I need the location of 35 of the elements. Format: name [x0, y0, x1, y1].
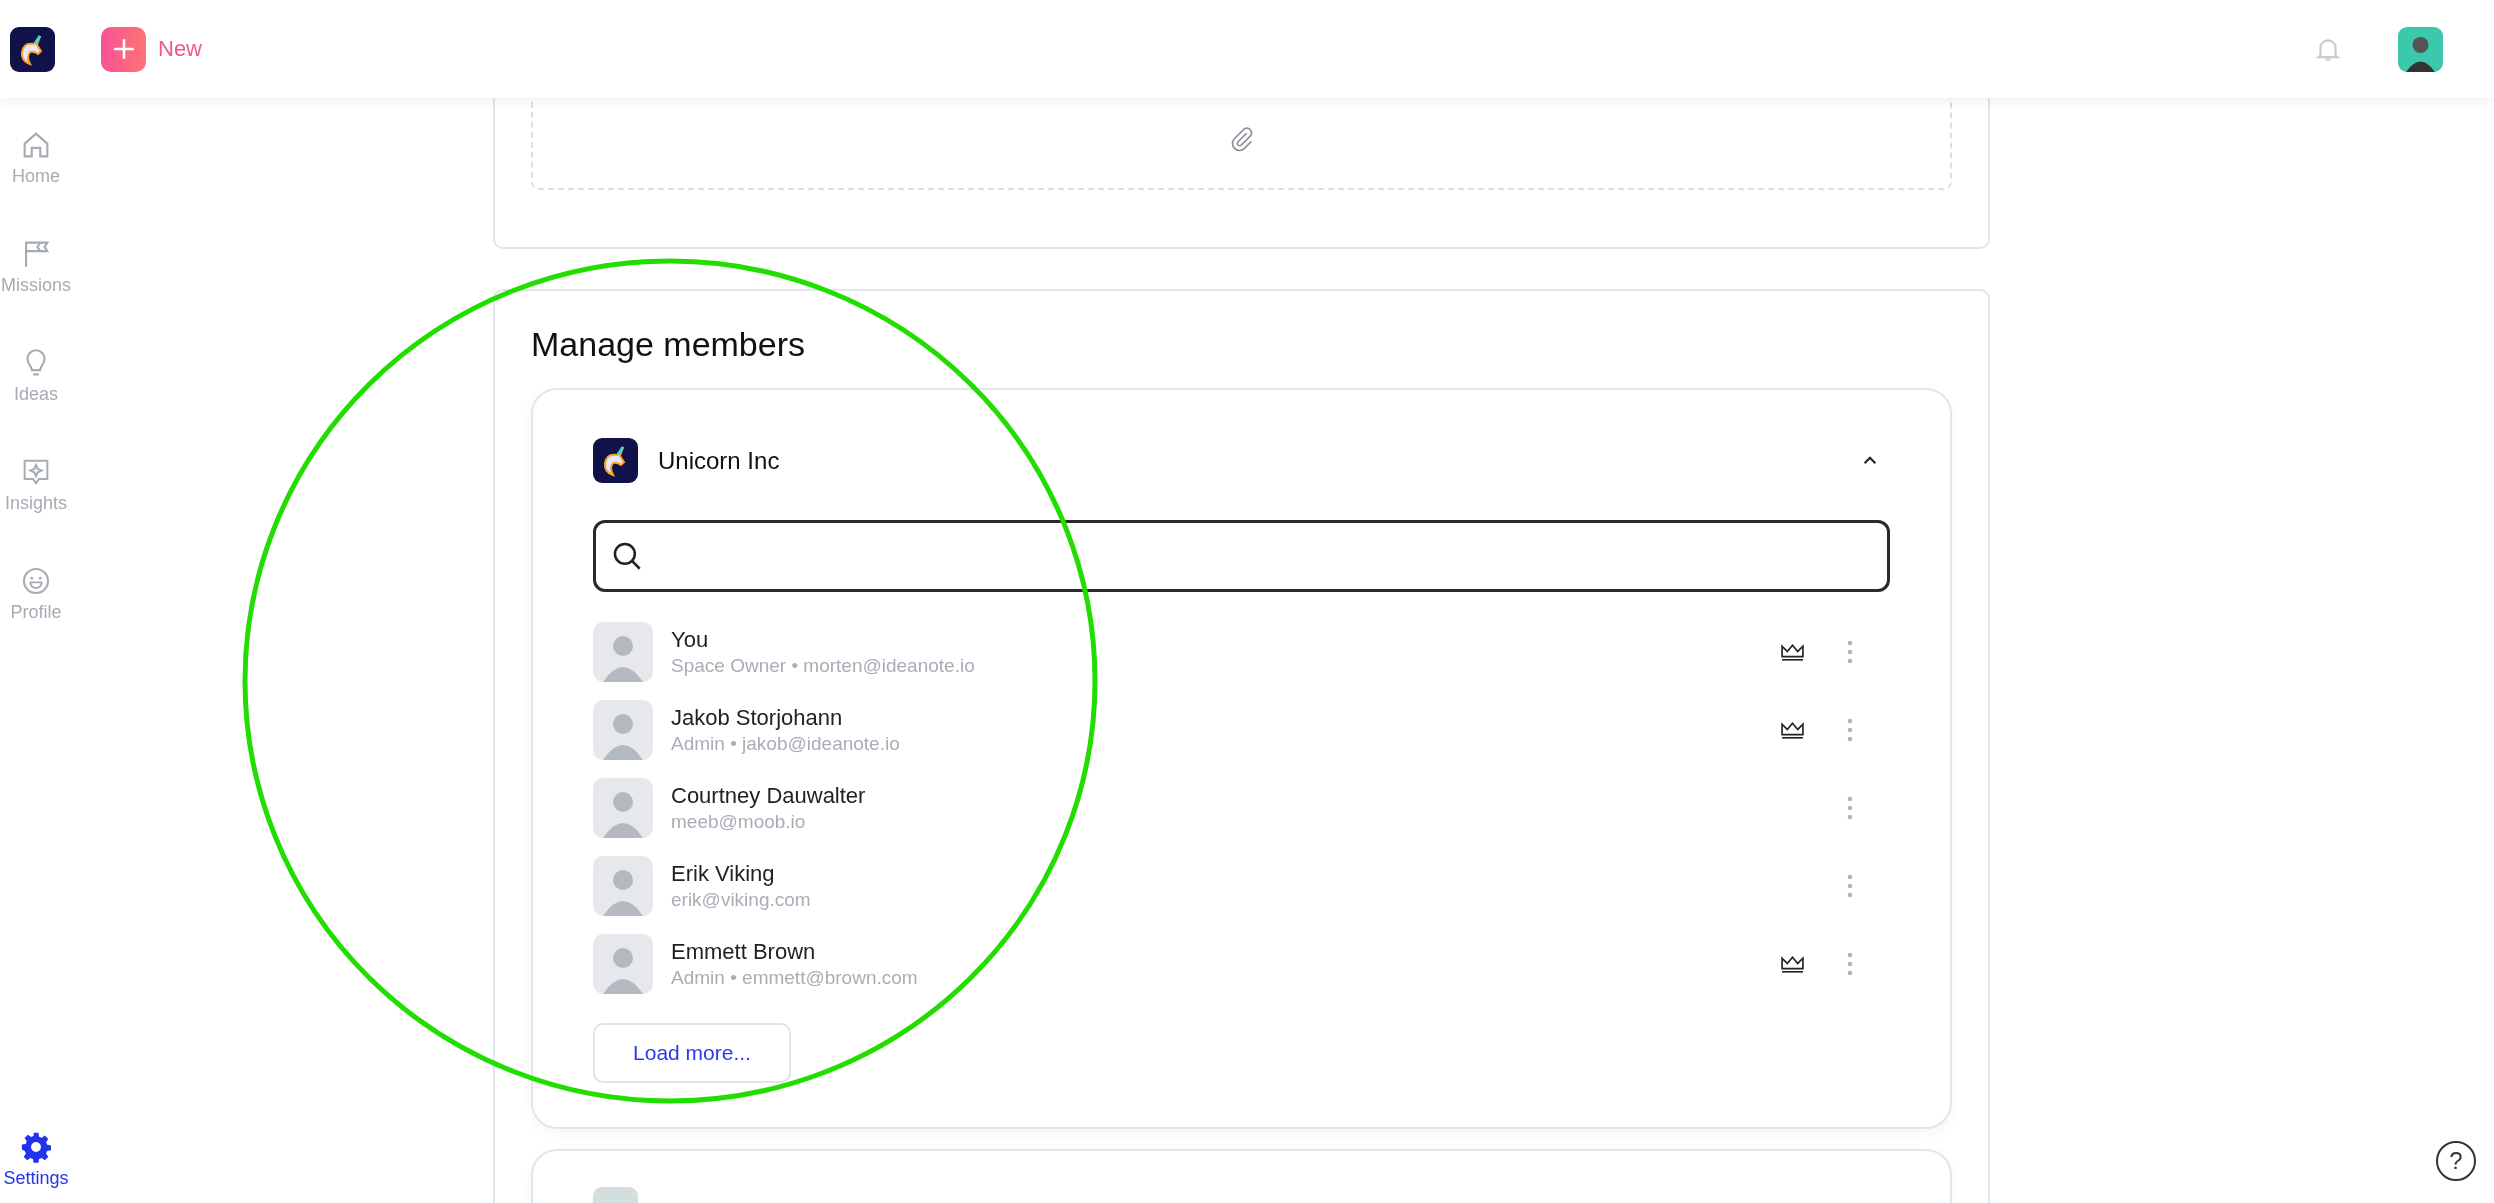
avatar-placeholder — [593, 934, 653, 994]
crown-icon[interactable] — [1780, 641, 1805, 663]
sidebar-item[interactable]: Profile — [0, 564, 72, 623]
new-button[interactable]: New — [101, 26, 202, 72]
member-name: You — [671, 627, 710, 653]
unicorn-logo-icon[interactable] — [10, 26, 55, 72]
member-detail: Admin • jakob@ideanote.io — [671, 733, 900, 755]
gear-icon — [19, 1130, 53, 1164]
sidebar-item[interactable]: Insights — [0, 455, 72, 514]
sidebar-item[interactable]: Ideas — [0, 346, 72, 405]
crown-icon[interactable] — [1780, 719, 1805, 741]
avatar-placeholder — [593, 856, 653, 916]
user-avatar[interactable] — [2398, 26, 2443, 72]
section-title: Manage members — [531, 325, 806, 364]
avatar-placeholder — [593, 622, 653, 682]
sidebar-item[interactable]: Missions — [0, 237, 72, 296]
member-detail: meeb@moob.io — [671, 811, 807, 833]
crown-icon[interactable] — [1780, 953, 1805, 975]
help-button[interactable]: ? — [2436, 1141, 2476, 1181]
member-detail: Space Owner • morten@ideanote.io — [671, 655, 975, 677]
load-more-button[interactable]: Load more... — [593, 1023, 791, 1083]
avatar-placeholder — [593, 778, 653, 838]
member-detail: Admin • emmett@brown.com — [671, 967, 918, 989]
avatar-placeholder — [593, 700, 653, 760]
member-name: Emmett Brown — [671, 939, 817, 965]
unicorn-logo-icon — [593, 438, 638, 483]
sidebar-item[interactable]: Home — [0, 128, 72, 187]
member-name: Courtney Dauwalter — [671, 783, 866, 809]
member-detail: erik@viking.com — [671, 889, 811, 911]
sidebar-item[interactable]: Settings — [0, 1130, 72, 1189]
search-field[interactable] — [593, 520, 1890, 592]
organization-name: Unicorn Inc — [658, 446, 780, 475]
member-name: Jakob Storjohann — [671, 705, 844, 731]
chevron-icon[interactable] — [1862, 455, 1878, 466]
member-name: Erik Viking — [671, 861, 776, 887]
